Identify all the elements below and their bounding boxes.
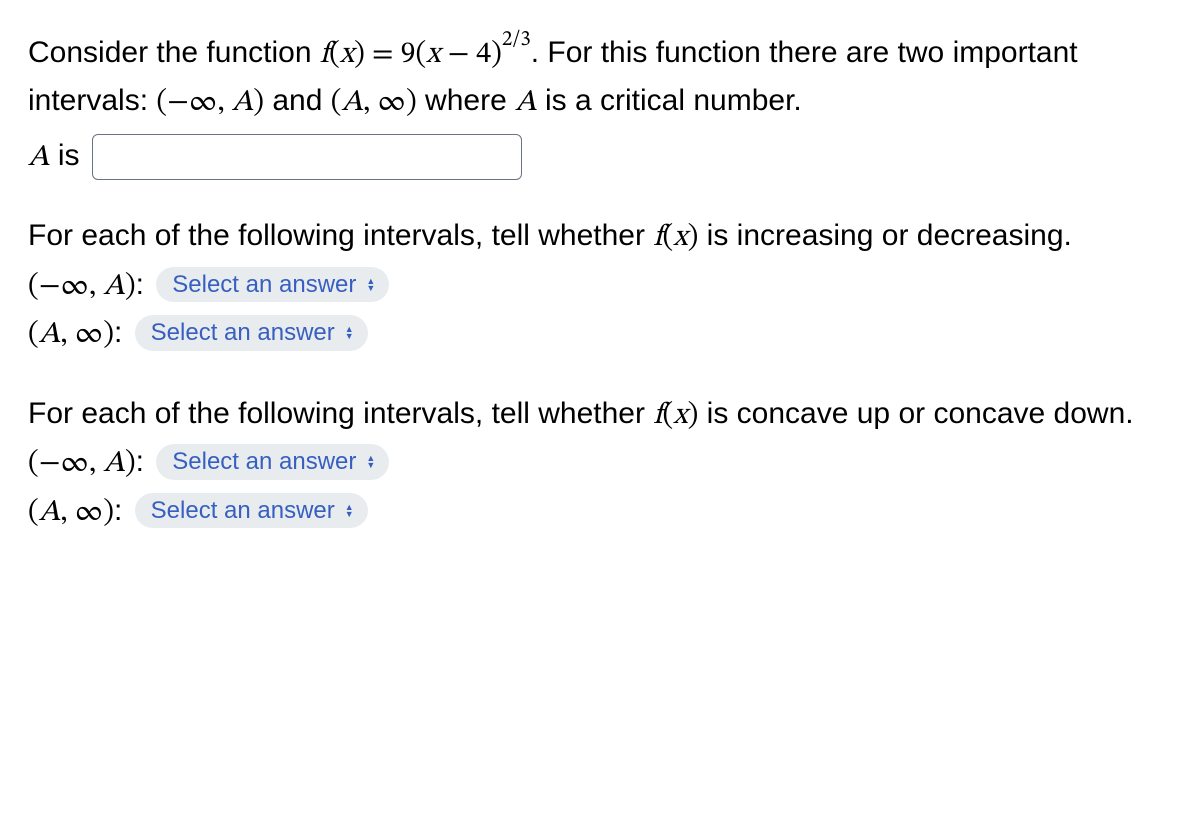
comma: , bbox=[89, 272, 103, 302]
monotone-select-2[interactable]: Select an answer ▲▼ bbox=[135, 315, 368, 351]
colon: : bbox=[114, 316, 131, 349]
monotone-row-2: (A, ∞): Select an answer ▲▼ bbox=[28, 310, 1172, 359]
monotone-select-1[interactable]: Select an answer ▲▼ bbox=[156, 267, 389, 303]
rparen: ) bbox=[103, 320, 114, 350]
lparen2: ( bbox=[415, 40, 426, 70]
neg-inf: −∞ bbox=[39, 272, 89, 302]
lparen: ( bbox=[28, 320, 39, 350]
lparen: ( bbox=[663, 223, 674, 253]
comma: , bbox=[60, 498, 74, 528]
comma: , bbox=[217, 88, 231, 118]
neg-inf: −∞ bbox=[39, 449, 89, 479]
math-f: f bbox=[653, 223, 662, 253]
concavity-row-2: (A, ∞): Select an answer ▲▼ bbox=[28, 488, 1172, 537]
math-x: x bbox=[673, 401, 687, 431]
rparen2: ) bbox=[491, 40, 502, 70]
A: A bbox=[103, 449, 125, 479]
inf: ∞ bbox=[75, 498, 104, 528]
rparen: ) bbox=[688, 223, 699, 253]
monotone-prompt: For each of the following intervals, tel… bbox=[28, 213, 1172, 262]
select-label: Select an answer bbox=[151, 316, 335, 350]
concavity-select-1[interactable]: Select an answer ▲▼ bbox=[156, 444, 389, 480]
is-text: is bbox=[50, 139, 88, 172]
a-value-input[interactable] bbox=[92, 134, 522, 180]
concavity-prompt: For each of the following intervals, tel… bbox=[28, 391, 1172, 440]
comma: , bbox=[60, 320, 74, 350]
rparen: ) bbox=[688, 401, 699, 431]
math-f: f bbox=[653, 401, 662, 431]
select-label: Select an answer bbox=[172, 445, 356, 479]
text: For each of the following intervals, tel… bbox=[28, 219, 653, 252]
text: For each of the following intervals, tel… bbox=[28, 397, 653, 430]
updown-icon: ▲▼ bbox=[345, 504, 354, 518]
inf: ∞ bbox=[377, 88, 406, 118]
updown-icon: ▲▼ bbox=[366, 278, 375, 292]
lparen: ( bbox=[28, 449, 39, 479]
math-f: f bbox=[320, 40, 329, 70]
A: A bbox=[232, 88, 254, 118]
neg-inf: −∞ bbox=[167, 88, 217, 118]
select-label: Select an answer bbox=[172, 268, 356, 302]
text: Consider the function bbox=[28, 36, 320, 69]
math-x: x bbox=[673, 223, 687, 253]
lparen: ( bbox=[663, 401, 674, 431]
text: is increasing or decreasing. bbox=[698, 219, 1072, 252]
int2-rparen: ) bbox=[406, 88, 417, 118]
A: A bbox=[39, 320, 61, 350]
int1-rparen: ) bbox=[253, 88, 264, 118]
text: is concave up or concave down. bbox=[698, 397, 1133, 430]
A: A bbox=[103, 272, 125, 302]
text: where bbox=[417, 84, 515, 117]
concavity-section: For each of the following intervals, tel… bbox=[28, 391, 1172, 537]
text: and bbox=[264, 84, 331, 117]
rparen: ) bbox=[125, 272, 136, 302]
concavity-select-2[interactable]: Select an answer ▲▼ bbox=[135, 493, 368, 529]
four: 4 bbox=[476, 40, 491, 70]
minus: − bbox=[441, 40, 477, 70]
lparen: ( bbox=[329, 40, 340, 70]
math-x: x bbox=[340, 40, 354, 70]
intro-paragraph: Consider the function f(x) = 9(x − 4)2/3… bbox=[28, 24, 1172, 181]
text: is a critical number. bbox=[537, 84, 802, 117]
A: A bbox=[515, 88, 537, 118]
updown-icon: ▲▼ bbox=[345, 326, 354, 340]
monotone-section: For each of the following intervals, tel… bbox=[28, 213, 1172, 359]
rparen: ) bbox=[125, 449, 136, 479]
monotone-row-1: (−∞, A): Select an answer ▲▼ bbox=[28, 262, 1172, 311]
int1-lparen: ( bbox=[156, 88, 167, 118]
updown-icon: ▲▼ bbox=[366, 455, 375, 469]
comma: , bbox=[363, 88, 377, 118]
A-label: A bbox=[28, 143, 50, 173]
nine: 9 bbox=[401, 40, 416, 70]
math-x2: x bbox=[426, 40, 440, 70]
comma: , bbox=[89, 449, 103, 479]
equals: = bbox=[365, 40, 401, 70]
rparen: ) bbox=[354, 40, 365, 70]
colon: : bbox=[136, 268, 153, 301]
concavity-row-1: (−∞, A): Select an answer ▲▼ bbox=[28, 439, 1172, 488]
A: A bbox=[341, 88, 363, 118]
colon: : bbox=[114, 494, 131, 527]
select-label: Select an answer bbox=[151, 494, 335, 528]
lparen: ( bbox=[28, 498, 39, 528]
rparen: ) bbox=[103, 498, 114, 528]
exponent: 2/3 bbox=[502, 29, 531, 50]
lparen: ( bbox=[28, 272, 39, 302]
colon: : bbox=[136, 445, 153, 478]
inf: ∞ bbox=[75, 320, 104, 350]
A: A bbox=[39, 498, 61, 528]
int2-lparen: ( bbox=[331, 88, 342, 118]
